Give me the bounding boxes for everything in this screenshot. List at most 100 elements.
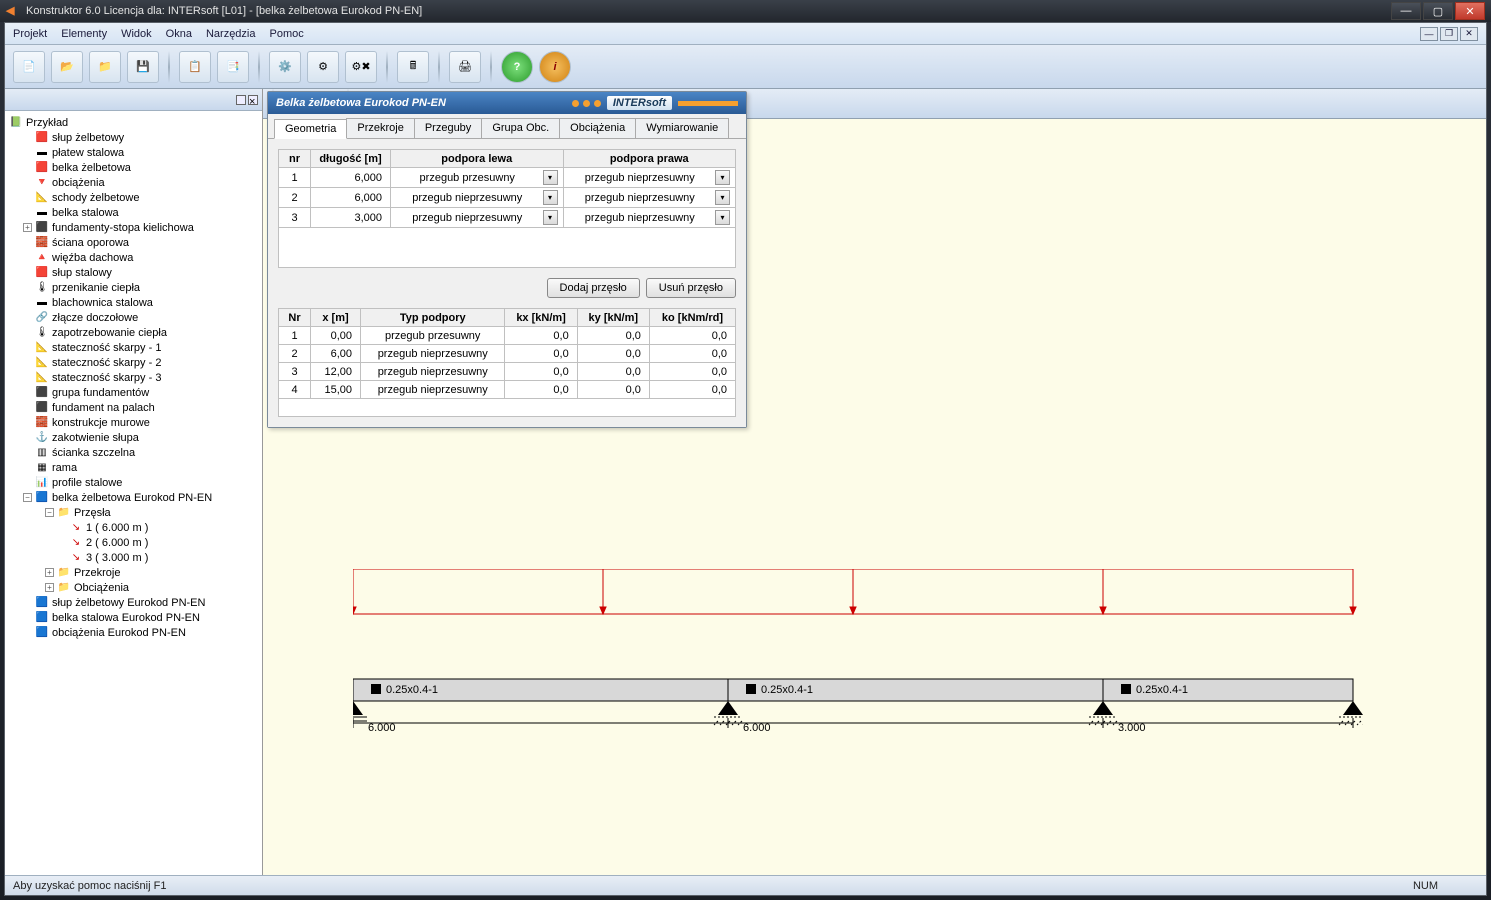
table-row[interactable]: 312,00 przegub nieprzesuwny0,00,00,0 bbox=[279, 363, 736, 381]
table-row[interactable]: 415,00 przegub nieprzesuwny0,00,00,0 bbox=[279, 381, 736, 399]
tree-item[interactable]: ▥ścianka szczelna bbox=[7, 445, 260, 460]
chevron-down-icon[interactable]: ▾ bbox=[543, 210, 558, 225]
tree-item[interactable]: 🟦belka stalowa Eurokod PN-EN bbox=[7, 610, 260, 625]
tree-item[interactable]: ⚓zakotwienie słupa bbox=[7, 430, 260, 445]
tree-item[interactable]: 🟥słup żelbetowy bbox=[7, 130, 260, 145]
panel-title: Belka żelbetowa Eurokod PN-EN bbox=[276, 97, 446, 109]
menu-pomoc[interactable]: Pomoc bbox=[270, 28, 304, 40]
span-dim-1: 6.000 bbox=[368, 722, 396, 734]
close-button[interactable]: ✕ bbox=[1455, 2, 1485, 20]
mdi-restore-button[interactable]: ❐ bbox=[1440, 27, 1458, 41]
tree-item[interactable]: 📐stateczność skarpy - 1 bbox=[7, 340, 260, 355]
panel-dock-icon[interactable] bbox=[236, 95, 246, 105]
tree-item[interactable]: ▬płatew stalowa bbox=[7, 145, 260, 160]
maximize-button[interactable]: ▢ bbox=[1423, 2, 1453, 20]
tree-item-span[interactable]: ↘1 ( 6.000 m ) bbox=[7, 520, 260, 535]
title-bar: ◀ Konstruktor 6.0 Licencja dla: INTERsof… bbox=[0, 0, 1491, 22]
project-tree[interactable]: 📗Przykład🟥słup żelbetowy▬płatew stalowa🟥… bbox=[5, 111, 262, 875]
toolbar-save-icon[interactable]: 💾 bbox=[127, 51, 159, 83]
tab-wymiarowanie[interactable]: Wymiarowanie bbox=[635, 118, 729, 138]
tree-item[interactable]: 📊profile stalowe bbox=[7, 475, 260, 490]
menu-projekt[interactable]: Projekt bbox=[13, 28, 47, 40]
tree-item[interactable]: 🟥belka żelbetowa bbox=[7, 160, 260, 175]
menu-widok[interactable]: Widok bbox=[121, 28, 152, 40]
tree-item-przekroje[interactable]: +📁Przekroje bbox=[7, 565, 260, 580]
toolbar-calc-icon[interactable]: 🖩 bbox=[397, 51, 429, 83]
tab-obciazenia[interactable]: Obciążenia bbox=[559, 118, 636, 138]
toolbar-help-icon[interactable]: ? bbox=[501, 51, 533, 83]
tree-item-obciazenia[interactable]: +📁Obciążenia bbox=[7, 580, 260, 595]
toolbar-new-icon[interactable]: 📄 bbox=[13, 51, 45, 83]
app-icon: ◀ bbox=[6, 4, 20, 18]
section-label-2: 0.25x0.4-1 bbox=[761, 684, 813, 696]
table-row[interactable]: 10,00 przegub przesuwny0,00,00,0 bbox=[279, 327, 736, 345]
span-dim-3: 3.000 bbox=[1118, 722, 1146, 734]
tree-item[interactable]: 📐schody żelbetowe bbox=[7, 190, 260, 205]
tree-item[interactable]: 🌡przenikanie ciepła bbox=[7, 280, 260, 295]
tree-item[interactable]: 🧱ściana oporowa bbox=[7, 235, 260, 250]
tree-item-przesla[interactable]: −📁Przęsła bbox=[7, 505, 260, 520]
tree-item[interactable]: ▦rama bbox=[7, 460, 260, 475]
tab-geometria[interactable]: Geometria bbox=[274, 119, 347, 139]
tree-root[interactable]: 📗Przykład bbox=[7, 115, 260, 130]
panel-close-icon[interactable]: × bbox=[248, 95, 258, 105]
spans-table[interactable]: nrdługość [m]podpora lewapodpora prawa 1… bbox=[278, 149, 736, 228]
chevron-down-icon[interactable]: ▾ bbox=[543, 170, 558, 185]
section-label-3: 0.25x0.4-1 bbox=[1136, 684, 1188, 696]
tree-item-span[interactable]: ↘2 ( 6.000 m ) bbox=[7, 535, 260, 550]
tree-item[interactable]: ▬belka stalowa bbox=[7, 205, 260, 220]
chevron-down-icon[interactable]: ▾ bbox=[715, 190, 730, 205]
geometry-panel: Belka żelbetowa Eurokod PN-EN INTERsoft … bbox=[267, 91, 747, 428]
tree-item[interactable]: 🟦obciążenia Eurokod PN-EN bbox=[7, 625, 260, 640]
chevron-down-icon[interactable]: ▾ bbox=[543, 190, 558, 205]
status-num: NUM bbox=[1413, 880, 1438, 892]
tree-item[interactable]: 🔺więźba dachowa bbox=[7, 250, 260, 265]
toolbar-print-icon[interactable]: 🖨 bbox=[449, 51, 481, 83]
toolbar-info-icon[interactable]: i bbox=[539, 51, 571, 83]
tree-item[interactable]: 📐stateczność skarpy - 2 bbox=[7, 355, 260, 370]
table-row[interactable]: 26,00 przegub nieprzesuwny0,00,00,0 bbox=[279, 345, 736, 363]
tree-panel: × 📗Przykład🟥słup żelbetowy▬płatew stalow… bbox=[5, 89, 263, 875]
toolbar-open-icon[interactable]: 📂 bbox=[51, 51, 83, 83]
toolbar-gear-del-icon[interactable]: ⚙✖ bbox=[345, 51, 377, 83]
tree-item[interactable]: ⬛fundament na palach bbox=[7, 400, 260, 415]
tree-item[interactable]: 🌡zapotrzebowanie ciepła bbox=[7, 325, 260, 340]
section-label-1: 0.25x0.4-1 bbox=[386, 684, 438, 696]
tree-item[interactable]: 🔗złącze doczołowe bbox=[7, 310, 260, 325]
table-row[interactable]: 26,000 przegub nieprzesuwny▾ przegub nie… bbox=[279, 188, 736, 208]
tab-przeguby[interactable]: Przeguby bbox=[414, 118, 482, 138]
toolbar-folder-icon[interactable]: 📁 bbox=[89, 51, 121, 83]
mdi-minimize-button[interactable]: — bbox=[1420, 27, 1438, 41]
tree-item[interactable]: ▬blachownica stalowa bbox=[7, 295, 260, 310]
minimize-button[interactable]: — bbox=[1391, 2, 1421, 20]
toolbar-doc2-icon[interactable]: 📑 bbox=[217, 51, 249, 83]
brand-label: INTERsoft bbox=[607, 96, 672, 110]
tree-item[interactable]: 🧱konstrukcje murowe bbox=[7, 415, 260, 430]
tree-item[interactable]: 🔻obciążenia bbox=[7, 175, 260, 190]
add-span-button[interactable]: Dodaj przęsło bbox=[547, 278, 640, 298]
supports-table[interactable]: Nrx [m]Typ podporykx [kN/m]ky [kN/m]ko [… bbox=[278, 308, 736, 399]
menu-narzedzia[interactable]: Narzędzia bbox=[206, 28, 256, 40]
table-row[interactable]: 33,000 przegub nieprzesuwny▾ przegub nie… bbox=[279, 208, 736, 228]
tab-przekroje[interactable]: Przekroje bbox=[346, 118, 414, 138]
tree-item-span[interactable]: ↘3 ( 3.000 m ) bbox=[7, 550, 260, 565]
toolbar-gear1-icon[interactable]: ⚙️ bbox=[269, 51, 301, 83]
mdi-close-button[interactable]: ✕ bbox=[1460, 27, 1478, 41]
tree-item[interactable]: +⬛fundamenty-stopa kielichowa bbox=[7, 220, 260, 235]
remove-span-button[interactable]: Usuń przęsło bbox=[646, 278, 736, 298]
menu-elementy[interactable]: Elementy bbox=[61, 28, 107, 40]
tree-item[interactable]: ⬛grupa fundamentów bbox=[7, 385, 260, 400]
panel-header: × bbox=[5, 89, 262, 111]
menu-okna[interactable]: Okna bbox=[166, 28, 192, 40]
toolbar-gears-icon[interactable]: ⚙ bbox=[307, 51, 339, 83]
tree-item[interactable]: 🟥słup stalowy bbox=[7, 265, 260, 280]
toolbar-doc1-icon[interactable]: 📋 bbox=[179, 51, 211, 83]
tree-item[interactable]: 🟦słup żelbetowy Eurokod PN-EN bbox=[7, 595, 260, 610]
tab-grupa-obc[interactable]: Grupa Obc. bbox=[481, 118, 560, 138]
span-dim-2: 6.000 bbox=[743, 722, 771, 734]
tree-item[interactable]: 📐stateczność skarpy - 3 bbox=[7, 370, 260, 385]
chevron-down-icon[interactable]: ▾ bbox=[715, 170, 730, 185]
chevron-down-icon[interactable]: ▾ bbox=[715, 210, 730, 225]
tree-item-eurokod[interactable]: −🟦belka żelbetowa Eurokod PN-EN bbox=[7, 490, 260, 505]
table-row[interactable]: 16,000 przegub przesuwny▾ przegub nieprz… bbox=[279, 168, 736, 188]
